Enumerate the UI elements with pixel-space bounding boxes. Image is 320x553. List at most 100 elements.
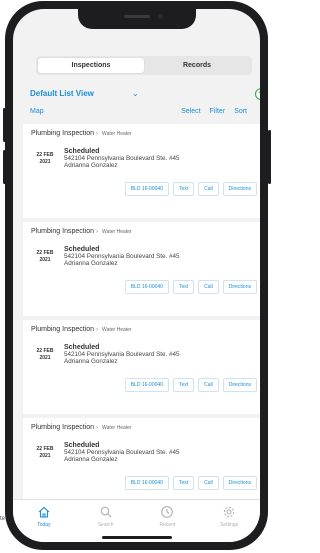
search-icon — [100, 506, 112, 518]
map-link[interactable]: Map — [30, 108, 44, 115]
inspection-status: Scheduled — [64, 344, 100, 351]
date-year: 2021 — [39, 159, 51, 165]
card-header: Plumbing Inspection › Water Heater — [31, 130, 257, 137]
tab-label: Today — [37, 522, 51, 528]
inspection-date: 22 FEB 2021 — [35, 348, 55, 362]
inspection-card[interactable]: Plumbing Inspection › Water Heater 22 FEB … — [23, 418, 260, 512]
inspection-status: Scheduled — [64, 246, 100, 253]
inspection-date: 22 FEB 2021 — [35, 152, 55, 166]
call-button[interactable]: Call — [198, 476, 219, 490]
directions-button[interactable]: Directions — [222, 182, 257, 196]
record-number-button[interactable]: BLD 16-00040 — [124, 378, 169, 392]
inspection-status: Scheduled — [64, 148, 100, 155]
inspection-contact: Adrianna Gonzalez — [64, 260, 118, 268]
list-view-selector[interactable]: Default List View — [30, 89, 94, 98]
add-icon[interactable]: + — [255, 88, 260, 100]
record-number-button[interactable]: BLD 16-00040 — [124, 280, 169, 294]
date-year: 2021 — [39, 453, 51, 459]
inspection-date: 22 FEB 2021 — [35, 250, 55, 264]
tab-settings[interactable]: Settings — [198, 500, 260, 542]
breadcrumb-chevron-icon: › — [96, 425, 99, 431]
select-link[interactable]: Select — [181, 108, 200, 115]
text-button[interactable]: Text — [172, 378, 195, 392]
date-day: 22 FEB — [36, 446, 54, 452]
app-content: Inspections Records Default List View ⌄ … — [13, 9, 260, 542]
breadcrumb-chevron-icon: › — [96, 327, 99, 333]
date-day: 22 FEB — [36, 348, 54, 354]
tab-today[interactable]: Today — [13, 500, 75, 542]
call-button[interactable]: Call — [198, 182, 219, 196]
inspection-info: Scheduled 542104 Pennsylvania Boulevard … — [64, 148, 180, 170]
inspection-title: Plumbing Inspection — [31, 130, 95, 137]
tab-inspections[interactable]: Inspections — [38, 58, 144, 73]
inspection-address: 542104 Pennsylvania Boulevard Ste. #45 — [64, 351, 180, 359]
breadcrumb-chevron-icon: › — [96, 229, 99, 235]
directions-button[interactable]: Directions — [222, 476, 257, 490]
phone-side-button — [268, 130, 271, 184]
inspection-subtitle: Water Heater — [102, 131, 132, 137]
home-icon — [38, 506, 50, 518]
list-actions: Select Filter Sort — [181, 108, 247, 115]
card-header: Plumbing Inspection › Water Heater — [31, 326, 257, 333]
inspection-status: Scheduled — [64, 442, 100, 449]
inspection-card[interactable]: Plumbing Inspection › Water Heater 22 FEB … — [23, 222, 260, 316]
sort-link[interactable]: Sort — [234, 108, 247, 115]
breadcrumb-chevron-icon: › — [96, 131, 99, 137]
inspection-contact: Adrianna Gonzalez — [64, 162, 118, 170]
card-actions: BLD 16-00040 Text Call Directions — [124, 280, 257, 294]
inspection-subtitle: Water Heater — [102, 229, 132, 235]
tab-label: Recent — [159, 522, 176, 528]
card-actions: BLD 16-00040 Text Call Directions — [124, 476, 257, 490]
inspection-title: Plumbing Inspection — [31, 326, 95, 333]
list-view-bar: Default List View ⌄ + — [30, 88, 260, 103]
inspection-address: 542104 Pennsylvania Boulevard Ste. #45 — [64, 155, 180, 163]
chevron-down-icon[interactable]: ⌄ — [132, 89, 139, 98]
record-number-button[interactable]: BLD 16-00040 — [124, 476, 169, 490]
phone-frame: Inspections Records Default List View ⌄ … — [5, 1, 268, 550]
notch — [77, 9, 196, 29]
inspection-list: Plumbing Inspection › Water Heater 22 FEB … — [23, 124, 260, 516]
text-button[interactable]: Text — [172, 280, 195, 294]
call-button[interactable]: Call — [198, 378, 219, 392]
inspection-info: Scheduled 542104 Pennsylvania Boulevard … — [64, 246, 180, 268]
inspection-address: 542104 Pennsylvania Boulevard Ste. #45 — [64, 449, 180, 457]
tab-records[interactable]: Records — [144, 58, 250, 73]
call-button[interactable]: Call — [198, 280, 219, 294]
date-year: 2021 — [39, 355, 51, 361]
record-number-button[interactable]: BLD 16-00040 — [124, 182, 169, 196]
inspection-contact: Adrianna Gonzalez — [64, 358, 118, 366]
directions-button[interactable]: Directions — [222, 378, 257, 392]
tab-label: Settings — [220, 522, 239, 528]
home-indicator — [101, 536, 172, 539]
filter-link[interactable]: Filter — [210, 108, 226, 115]
text-button[interactable]: Text — [172, 182, 195, 196]
inspection-info: Scheduled 542104 Pennsylvania Boulevard … — [64, 344, 180, 366]
date-day: 22 FEB — [36, 250, 54, 256]
tab-label: Search — [97, 522, 114, 528]
date-year: 2021 — [39, 257, 51, 263]
inspection-info: Scheduled 542104 Pennsylvania Boulevard … — [64, 442, 180, 464]
inspection-date: 22 FEB 2021 — [35, 446, 55, 460]
card-actions: BLD 16-00040 Text Call Directions — [124, 182, 257, 196]
inspection-contact: Adrianna Gonzalez — [64, 456, 118, 464]
action-bar: Map Select Filter Sort — [30, 108, 260, 120]
inspection-card[interactable]: Plumbing Inspection › Water Heater 22 FEB … — [23, 320, 260, 414]
inspection-title: Plumbing Inspection — [31, 228, 95, 235]
gear-icon — [223, 506, 235, 518]
inspection-subtitle: Water Heater — [102, 327, 132, 333]
inspection-card[interactable]: Plumbing Inspection › Water Heater 22 FEB … — [23, 124, 260, 218]
front-camera — [157, 14, 163, 19]
card-actions: BLD 16-00040 Text Call Directions — [124, 378, 257, 392]
card-header: Plumbing Inspection › Water Heater — [31, 228, 257, 235]
text-button[interactable]: Text — [172, 476, 195, 490]
speaker-grille — [123, 15, 150, 18]
clock-icon — [161, 506, 174, 518]
inspection-title: Plumbing Inspection — [31, 424, 95, 431]
inspection-subtitle: Water Heater — [102, 425, 132, 431]
cropped-edge-text: te — [0, 516, 6, 522]
card-header: Plumbing Inspection › Water Heater — [31, 424, 257, 431]
directions-button[interactable]: Directions — [222, 280, 257, 294]
phone-screen: Inspections Records Default List View ⌄ … — [13, 9, 260, 542]
inspection-address: 542104 Pennsylvania Boulevard Ste. #45 — [64, 253, 180, 261]
date-day: 22 FEB — [36, 152, 54, 158]
